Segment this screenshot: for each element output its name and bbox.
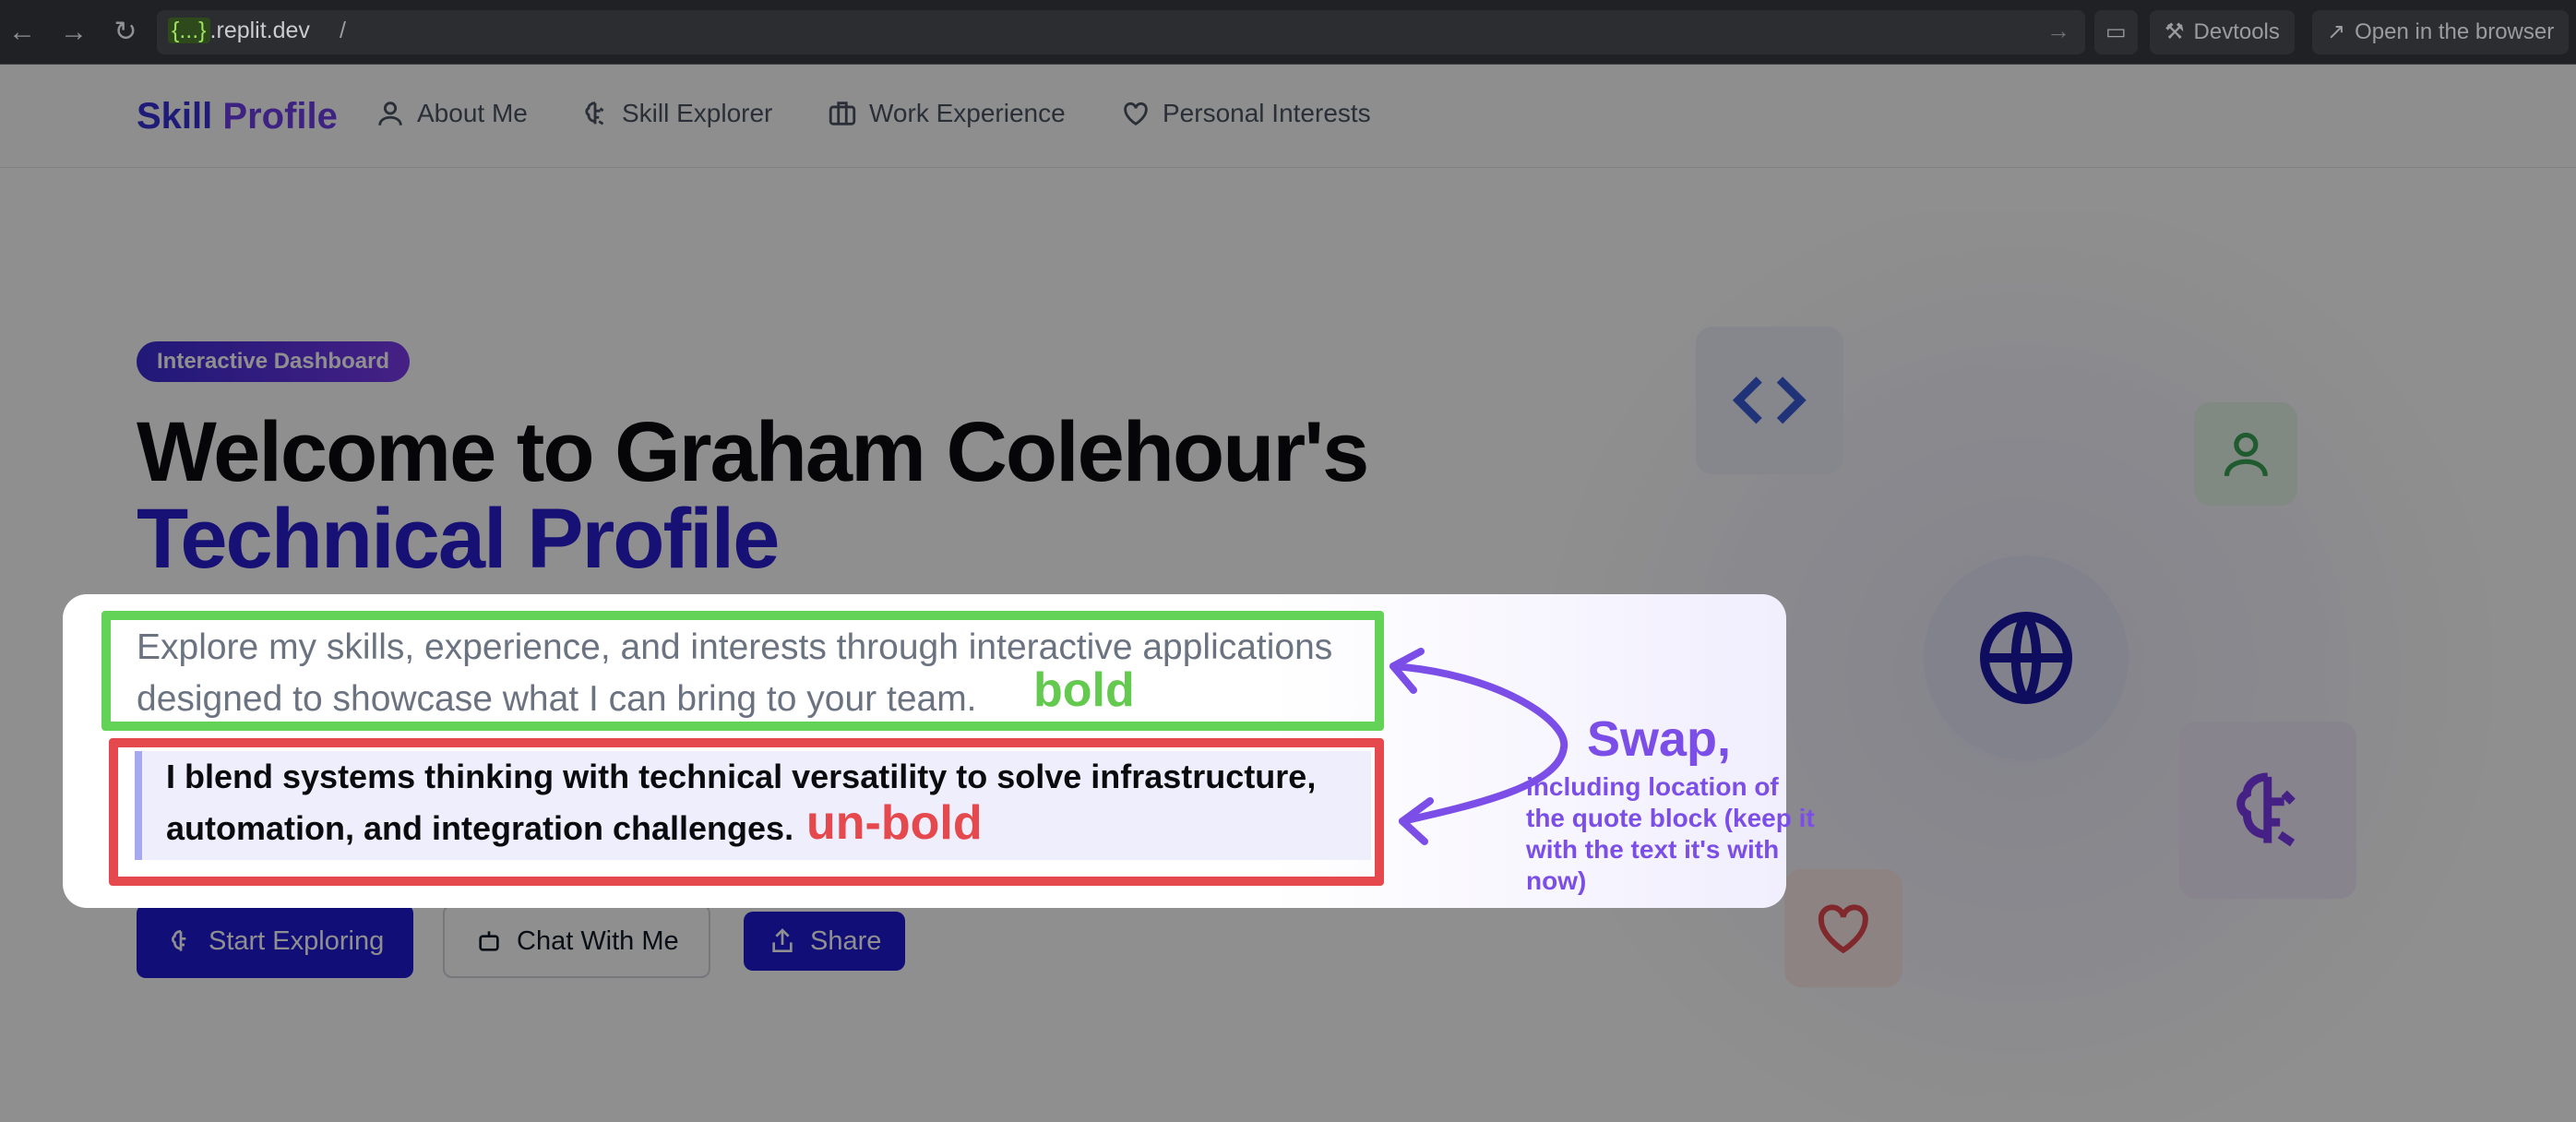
screen-icon[interactable]: ▭	[2094, 10, 2138, 54]
open-in-browser-button[interactable]: ↗ Open in the browser	[2312, 10, 2570, 54]
annotation-swap-note: including location of the quote block (k…	[1526, 772, 1815, 895]
reload-icon[interactable]: ↻	[109, 16, 142, 49]
url-bar[interactable]: {...} .replit.dev / →	[157, 10, 2085, 54]
annotation-bold: bold	[1033, 663, 1135, 717]
url-path: /	[340, 18, 346, 43]
annotation-red-box	[109, 738, 1384, 886]
forward-icon[interactable]: →	[57, 16, 90, 49]
devtools-button[interactable]: ⚒ Devtools	[2150, 10, 2295, 54]
external-link-icon: ↗	[2327, 19, 2346, 44]
browser-toolbar: ← → ↻ {...} .replit.dev / → ▭ ⚒ Devtools ↗…	[0, 0, 2576, 65]
annotation-green-box	[101, 611, 1384, 731]
back-icon[interactable]: ←	[6, 16, 39, 49]
screenshot-dim-overlay	[0, 65, 2576, 1122]
go-arrow-icon[interactable]: →	[2046, 17, 2070, 45]
annotation-unbold: un-bold	[806, 796, 983, 850]
wrench-icon: ⚒	[2165, 19, 2185, 44]
annotation-swap: Swap,	[1587, 711, 1732, 767]
url-host: {...} .replit.dev	[168, 18, 310, 44]
